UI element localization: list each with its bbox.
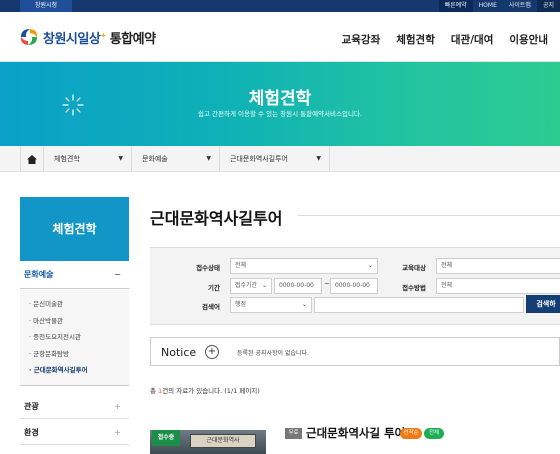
breadcrumb-level-1[interactable]: 체험견학 ▼ (44, 146, 132, 172)
nav-education[interactable]: 교육강좌 (342, 32, 381, 47)
result-count: 총 1건의 자료가 있습니다. (1/1 페이지) (150, 387, 260, 395)
sidebar-subitem[interactable]: · 군항문화탐방 (20, 346, 129, 363)
page-title: 근대문화역사길투어 (150, 209, 283, 228)
search-button[interactable]: 검색하 (526, 295, 560, 313)
date-to-input[interactable]: 0000-00-00 (330, 278, 378, 294)
notice-title: Notice (161, 346, 197, 359)
breadcrumb-level-2-label: 문화예술 (142, 155, 168, 163)
sidebar-submenu: · 문신미술관 · 마산박물관 · 중천도요지전시관 · 군항문화탐방 · 근대… (20, 290, 129, 386)
target-select[interactable]: 전체 (436, 258, 560, 274)
logo-main-text: 창원시일상 (43, 31, 101, 47)
target-label: 교육대상 (402, 264, 426, 272)
method-label: 접수방법 (402, 284, 426, 292)
chevron-down-icon: ⌄ (301, 301, 307, 308)
breadcrumb-level-2[interactable]: 문화예술 ▼ (132, 146, 220, 172)
thumbnail-sign: 근대문화역사 (190, 434, 256, 448)
main-nav: 교육강좌 체험견학 대관/대여 이용안내 (342, 32, 548, 47)
status-select-value: 전체 (235, 262, 247, 269)
banner-title: 체험견학 (248, 89, 312, 109)
sidebar-menu-label: 관광 (24, 402, 39, 411)
chevron-down-icon: ▼ (316, 155, 321, 162)
date-from-value: 0000-00-00 (279, 282, 314, 289)
sidebar-heading: 체험견학 (20, 197, 129, 261)
method-select-value: 전체 (441, 282, 453, 289)
sidebar-subitem[interactable]: · 문신미술관 (20, 296, 129, 313)
utility-bar: 창원시청 빠른예약 HOME 사이트맵 공지 (0, 0, 560, 12)
keyword-label: 검색어 (202, 303, 220, 311)
status-label: 접수상태 (196, 264, 220, 272)
status-badge: 접수중 (152, 430, 180, 446)
banner-subtitle: 쉽고 간편하게 이용할 수 있는 창원시 통합예약서비스입니다. (198, 110, 362, 118)
logo-text: 창원시일상+ 통합예약 (43, 28, 156, 47)
sidebar-item-tourism[interactable]: 관광 + (20, 395, 129, 419)
expand-icon: + (114, 428, 121, 437)
program-title-link[interactable]: 근대문화역사길 투어 (306, 425, 405, 441)
sidebar-subitem[interactable]: · 마산박물관 (20, 313, 129, 330)
sidebar-menu-label: 환경 (24, 428, 39, 437)
breadcrumb-level-1-label: 체험견학 (54, 155, 80, 163)
sidebar-item-culture[interactable]: 문화예술 − (20, 261, 129, 289)
period-type-select[interactable]: 접수기간 ⌄ (230, 278, 272, 294)
audience-tag: 전체 (424, 428, 444, 439)
breadcrumb-level-3[interactable]: 근대문화역사길투어 ▼ (220, 146, 330, 172)
utility-links: 빠른예약 HOME 사이트맵 공지 (438, 0, 560, 12)
sidebar-subitem[interactable]: · 중천도요지전시관 (20, 329, 129, 346)
nav-guide[interactable]: 이용안내 (509, 32, 548, 47)
period-label: 기간 (208, 284, 220, 292)
quick-reserve-link[interactable]: 빠른예약 (438, 0, 473, 12)
title-divider (298, 215, 560, 216)
site-header: 창원시일상+ 통합예약 교육강좌 체험견학 대관/대여 이용안내 (0, 12, 560, 62)
logo-mark-icon (18, 27, 40, 47)
keyword-type-value: 행정 (235, 301, 247, 308)
date-range-separator: ~ (324, 280, 330, 288)
sitemap-link[interactable]: 사이트맵 (503, 0, 537, 12)
notice-link[interactable]: 공지 (536, 0, 560, 12)
first-come-tag: 선착순 (400, 428, 422, 439)
sidebar-category-label: 문화예술 (24, 270, 54, 279)
chevron-down-icon: ⌄ (261, 282, 267, 289)
chevron-down-icon: ▼ (206, 155, 211, 162)
notice-text: 등록된 공지사항이 없습니다. (237, 350, 309, 357)
logo-sub-text: 통합예약 (109, 31, 156, 47)
chevron-down-icon: ⌄ (367, 262, 373, 269)
collapse-icon: − (114, 270, 121, 279)
sidebar-subitem-active[interactable]: · 근대문화역사길투어 (20, 362, 129, 379)
home-icon[interactable] (20, 146, 44, 172)
notice-bar: Notice + 등록된 공지사항이 없습니다. (150, 337, 560, 366)
keyword-type-select[interactable]: 행정 ⌄ (230, 297, 312, 313)
city-hall-link[interactable]: 창원시청 (20, 0, 72, 12)
breadcrumb-level-3-label: 근대문화역사길투어 (230, 155, 288, 163)
logo-plus-mark: + (100, 31, 106, 40)
period-type-value: 접수기간 (235, 282, 258, 289)
home-link[interactable]: HOME (473, 0, 503, 12)
chevron-down-icon: ▼ (118, 155, 123, 162)
sparkle-icon (62, 94, 84, 116)
nav-experience[interactable]: 체험견학 (396, 32, 435, 47)
method-select[interactable]: 전체 (436, 278, 560, 294)
date-to-value: 0000-00-00 (335, 282, 370, 289)
page-banner: 체험견학 쉽고 간편하게 이용할 수 있는 창원시 통합예약서비스입니다. (0, 62, 560, 146)
sidebar-item-environment[interactable]: 환경 + (20, 421, 129, 445)
search-input[interactable] (314, 297, 524, 313)
status-select[interactable]: 전체 ⌄ (230, 258, 378, 274)
site-logo[interactable]: 창원시일상+ 통합예약 (18, 27, 156, 47)
fee-badge: 무료 (285, 428, 302, 439)
target-select-value: 전체 (441, 262, 453, 269)
expand-icon: + (114, 402, 121, 411)
breadcrumb: 체험견학 ▼ 문화예술 ▼ 근대문화역사길투어 ▼ (0, 146, 560, 172)
notice-more-button[interactable]: + (205, 345, 219, 359)
nav-rental[interactable]: 대관/대여 (451, 32, 493, 47)
date-from-input[interactable]: 0000-00-00 (274, 278, 322, 294)
